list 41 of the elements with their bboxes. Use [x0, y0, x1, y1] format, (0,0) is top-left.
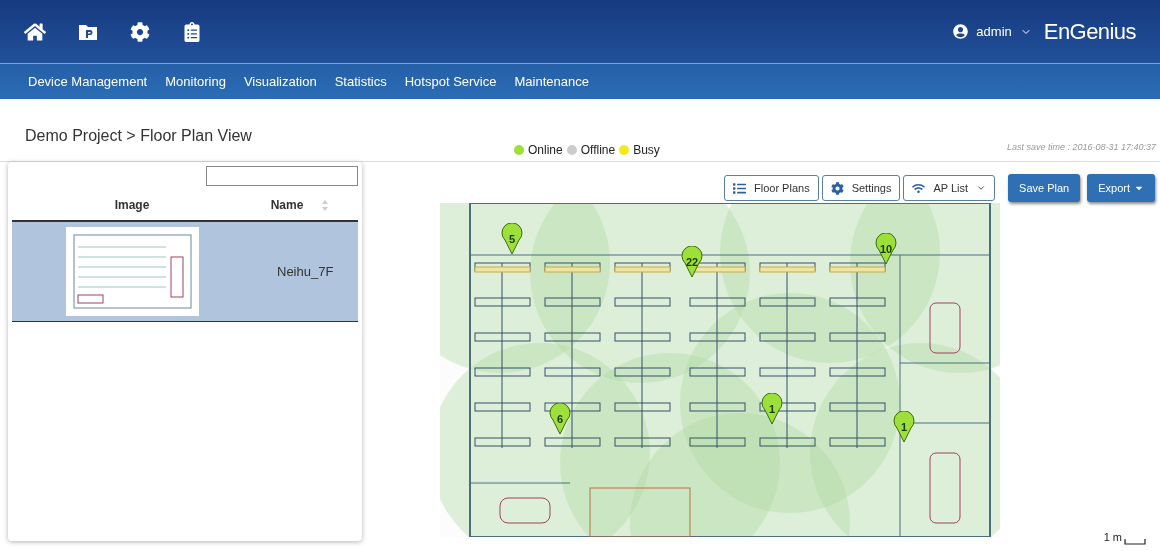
brand-logo: EnGenius	[1043, 18, 1136, 46]
ap-marker[interactable]: 22	[681, 246, 703, 278]
nav-link[interactable]: Maintenance	[514, 71, 589, 92]
last-save-time: Last save time : 2016-08-31 17:40:37	[1006, 140, 1156, 154]
settings-icon[interactable]	[130, 21, 150, 42]
home-icon[interactable]	[24, 20, 46, 43]
ap-marker[interactable]: 5	[501, 223, 523, 255]
folder-icon[interactable]	[78, 22, 98, 41]
nav-link[interactable]: Device Management	[28, 71, 148, 92]
nav-link[interactable]: Visualization	[243, 71, 317, 92]
wifi-icon	[912, 181, 926, 195]
floor-plan-map[interactable]: 5 22 10 6 1 1	[440, 203, 1000, 537]
nav-link[interactable]: Monitoring	[165, 71, 226, 92]
toolbar-button[interactable]: Settings	[821, 175, 901, 201]
nav-link[interactable]: Statistics	[334, 71, 387, 92]
status-label: Online	[528, 142, 563, 159]
clipboard-icon[interactable]	[182, 21, 202, 42]
action-button[interactable]: Export	[1087, 174, 1155, 202]
column-header[interactable]: Name	[252, 196, 322, 214]
breadcrumb: Demo Project > Floor Plan View	[25, 126, 252, 146]
user-menu[interactable]: admin	[976, 21, 1012, 42]
table-cell-text: Neihu_7F	[277, 262, 334, 281]
search-field[interactable]	[206, 166, 358, 186]
ap-marker[interactable]: 1	[893, 411, 915, 443]
column-header[interactable]: Image	[12, 196, 252, 214]
status-label: Busy	[633, 142, 660, 159]
toolbar-button[interactable]: Floor Plans	[724, 175, 819, 201]
toolbar-button[interactable]: AP List	[903, 175, 996, 201]
list-icon	[733, 181, 746, 195]
scale-label: 1 m	[1103, 529, 1122, 545]
ap-marker[interactable]: 10	[875, 233, 897, 265]
user-icon	[953, 24, 969, 39]
action-button[interactable]: Save Plan	[1008, 174, 1081, 202]
nav-link[interactable]: Hotspot Service	[404, 71, 497, 92]
settings-icon	[830, 181, 844, 195]
table-row[interactable]: Neihu_7F	[12, 222, 358, 322]
chevron-icon	[976, 183, 987, 193]
status-label: Offline	[580, 142, 616, 159]
scale-bar-icon	[1124, 539, 1146, 545]
ap-marker[interactable]: 1	[761, 393, 783, 425]
ap-marker[interactable]: 6	[549, 403, 571, 435]
